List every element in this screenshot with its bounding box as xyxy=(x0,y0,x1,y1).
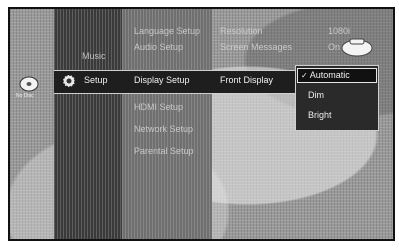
submenu-item-language-setup[interactable]: Language Setup xyxy=(134,26,200,36)
dropdown-option-automatic-label: Automatic xyxy=(309,70,350,80)
submenu-item-network-setup[interactable]: Network Setup xyxy=(134,124,193,134)
remote-icon xyxy=(340,35,374,62)
dropdown-option-bright[interactable]: Bright xyxy=(308,110,332,120)
main-menu-column xyxy=(54,9,122,239)
tv-screen: No Disc Music Setup Language Setup Audio… xyxy=(8,7,395,241)
setting-front-display-label[interactable]: Front Display xyxy=(220,75,273,85)
no-disc-label: No Disc xyxy=(16,93,34,99)
submenu-item-hdmi-setup[interactable]: HDMI Setup xyxy=(134,102,183,112)
check-icon: ✓ xyxy=(301,71,308,80)
setting-screen-messages-value: On xyxy=(328,42,341,52)
dropdown-option-dim[interactable]: Dim xyxy=(308,90,324,100)
gear-icon xyxy=(60,72,78,95)
main-menu-setup-label: Setup xyxy=(84,75,108,85)
setting-resolution-label[interactable]: Resolution xyxy=(220,26,263,36)
submenu-display-setup-label: Display Setup xyxy=(134,75,190,85)
dropdown-option-automatic[interactable]: ✓ Automatic xyxy=(297,68,377,83)
setting-screen-messages-label[interactable]: Screen Messages xyxy=(220,42,292,52)
front-display-dropdown[interactable]: ✓ Automatic Dim Bright xyxy=(295,65,379,131)
submenu-item-parental-setup[interactable]: Parental Setup xyxy=(134,146,194,156)
main-menu-item-music[interactable]: Music xyxy=(82,51,106,61)
submenu-item-audio-setup[interactable]: Audio Setup xyxy=(134,42,183,52)
